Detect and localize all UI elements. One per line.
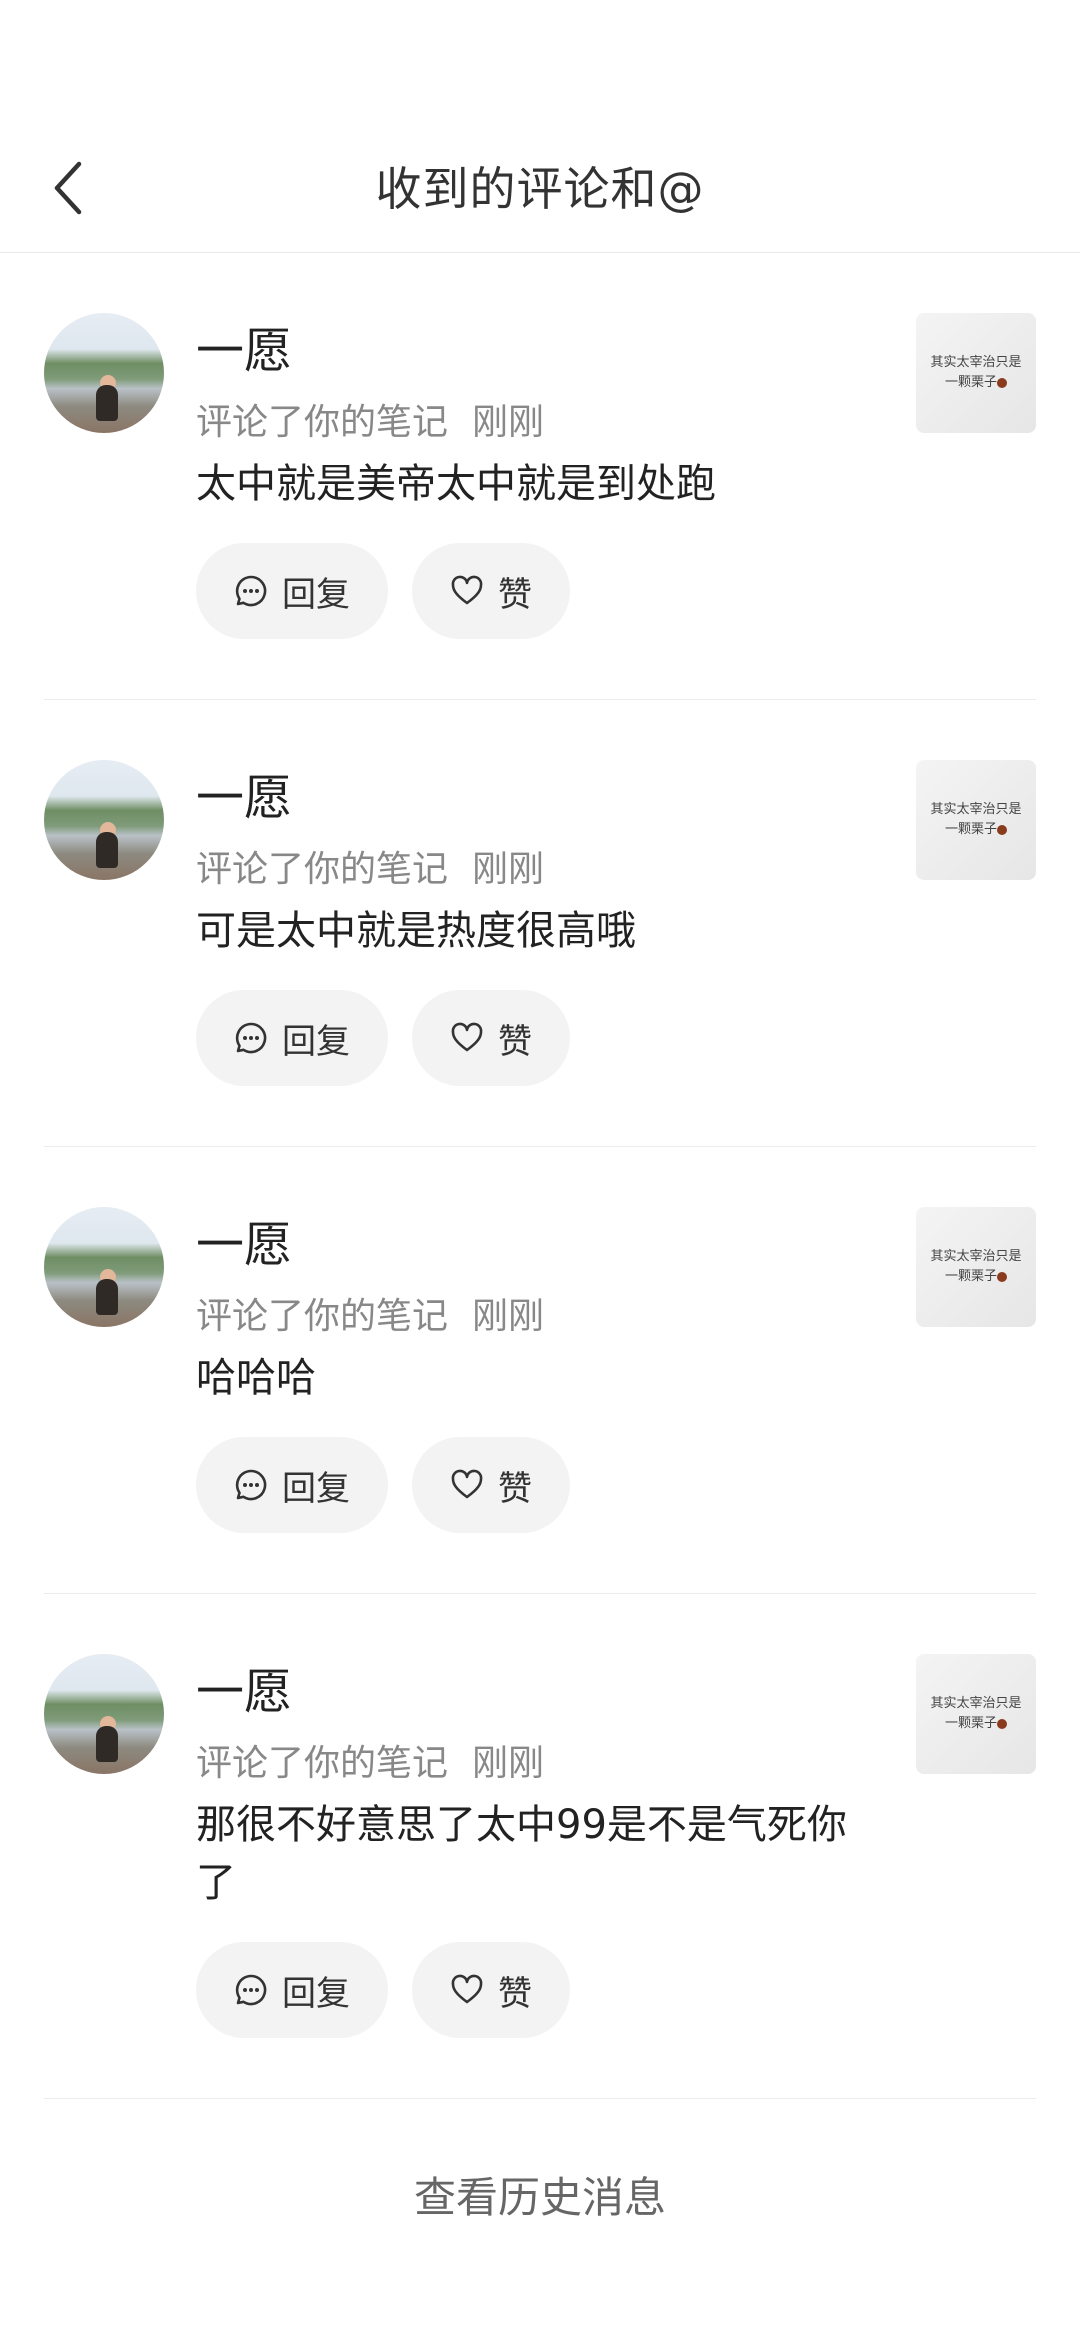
timestamp: 刚刚: [472, 402, 545, 443]
notification-item[interactable]: 其实太宰治只是 一颗栗子 一愿 评论了你的笔记 刚刚 太中就是美帝太中就是到处跑 …: [44, 253, 1036, 700]
view-history-button[interactable]: 查看历史消息: [0, 2099, 1080, 2289]
notification-item[interactable]: 其实太宰治只是 一颗栗子 一愿 评论了你的笔记 刚刚 那很不好意思了太中99是不是…: [44, 1594, 1036, 2099]
action-text: 评论了你的笔记: [196, 849, 449, 890]
username[interactable]: 一愿: [196, 313, 876, 379]
thumbnail-text: 一颗栗子: [944, 1269, 997, 1284]
thumbnail-text: 其实太宰治只是: [930, 1696, 1022, 1711]
reply-label: 回复: [282, 1021, 350, 1062]
thumbnail-text: 其实太宰治只是: [930, 802, 1022, 817]
like-label: 赞: [498, 1468, 532, 1509]
heart-icon: [451, 1022, 483, 1052]
comment-text: 哈哈哈: [196, 1355, 316, 1401]
back-button[interactable]: [40, 160, 96, 216]
thumbnail-text: 其实太宰治只是: [930, 1249, 1022, 1264]
reply-button[interactable]: 回复: [196, 990, 388, 1086]
avatar[interactable]: [44, 1207, 164, 1327]
thumbnail-text: 一颗栗子: [944, 375, 997, 390]
note-thumbnail[interactable]: 其实太宰治只是 一颗栗子: [916, 313, 1036, 433]
reply-label: 回复: [282, 1973, 350, 2014]
avatar[interactable]: [44, 760, 164, 880]
note-thumbnail[interactable]: 其实太宰治只是 一颗栗子: [916, 1654, 1036, 1774]
thumbnail-text: 一颗栗子: [944, 1716, 997, 1731]
notification-item[interactable]: 其实太宰治只是 一颗栗子 一愿 评论了你的笔记 刚刚 可是太中就是热度很高哦 回复…: [44, 700, 1036, 1147]
action-text: 评论了你的笔记: [196, 1743, 449, 1784]
username[interactable]: 一愿: [196, 1207, 876, 1273]
like-button[interactable]: 赞: [412, 990, 570, 1086]
avatar[interactable]: [44, 1654, 164, 1774]
reply-label: 回复: [282, 1468, 350, 1509]
note-thumbnail[interactable]: 其实太宰治只是 一颗栗子: [916, 760, 1036, 880]
avatar[interactable]: [44, 313, 164, 433]
like-button[interactable]: 赞: [412, 1437, 570, 1533]
reply-button[interactable]: 回复: [196, 1942, 388, 2038]
timestamp: 刚刚: [472, 849, 545, 890]
notification-item[interactable]: 其实太宰治只是 一颗栗子 一愿 评论了你的笔记 刚刚 哈哈哈 回复 赞: [44, 1147, 1036, 1594]
username[interactable]: 一愿: [196, 1654, 876, 1720]
action-text: 评论了你的笔记: [196, 1296, 449, 1337]
like-label: 赞: [498, 1021, 532, 1062]
like-button[interactable]: 赞: [412, 543, 570, 639]
comment-icon: [235, 1022, 267, 1054]
comment-text: 太中就是美帝太中就是到处跑: [196, 461, 716, 507]
chevron-left-icon: [54, 161, 82, 215]
reply-label: 回复: [282, 574, 350, 615]
header: 收到的评论和@: [0, 120, 1080, 253]
heart-icon: [451, 1974, 483, 2004]
like-label: 赞: [498, 574, 532, 615]
thumbnail-text: 其实太宰治只是: [930, 355, 1022, 370]
page-title: 收到的评论和@: [375, 162, 705, 216]
timestamp: 刚刚: [472, 1743, 545, 1784]
comment-icon: [235, 1469, 267, 1501]
username[interactable]: 一愿: [196, 760, 876, 826]
reply-button[interactable]: 回复: [196, 543, 388, 639]
comment-icon: [235, 575, 267, 607]
thumbnail-text: 一颗栗子: [944, 822, 997, 837]
heart-icon: [451, 1469, 483, 1499]
notification-list: 其实太宰治只是 一颗栗子 一愿 评论了你的笔记 刚刚 太中就是美帝太中就是到处跑 …: [0, 253, 1080, 2099]
action-text: 评论了你的笔记: [196, 402, 449, 443]
comment-text: 那很不好意思了太中99是不是气死你了: [196, 1802, 847, 1906]
reply-button[interactable]: 回复: [196, 1437, 388, 1533]
timestamp: 刚刚: [472, 1296, 545, 1337]
note-thumbnail[interactable]: 其实太宰治只是 一颗栗子: [916, 1207, 1036, 1327]
comment-text: 可是太中就是热度很高哦: [196, 908, 636, 954]
like-button[interactable]: 赞: [412, 1942, 570, 2038]
like-label: 赞: [498, 1973, 532, 2014]
heart-icon: [451, 575, 483, 605]
comment-icon: [235, 1974, 267, 2006]
status-bar: [0, 0, 1080, 120]
